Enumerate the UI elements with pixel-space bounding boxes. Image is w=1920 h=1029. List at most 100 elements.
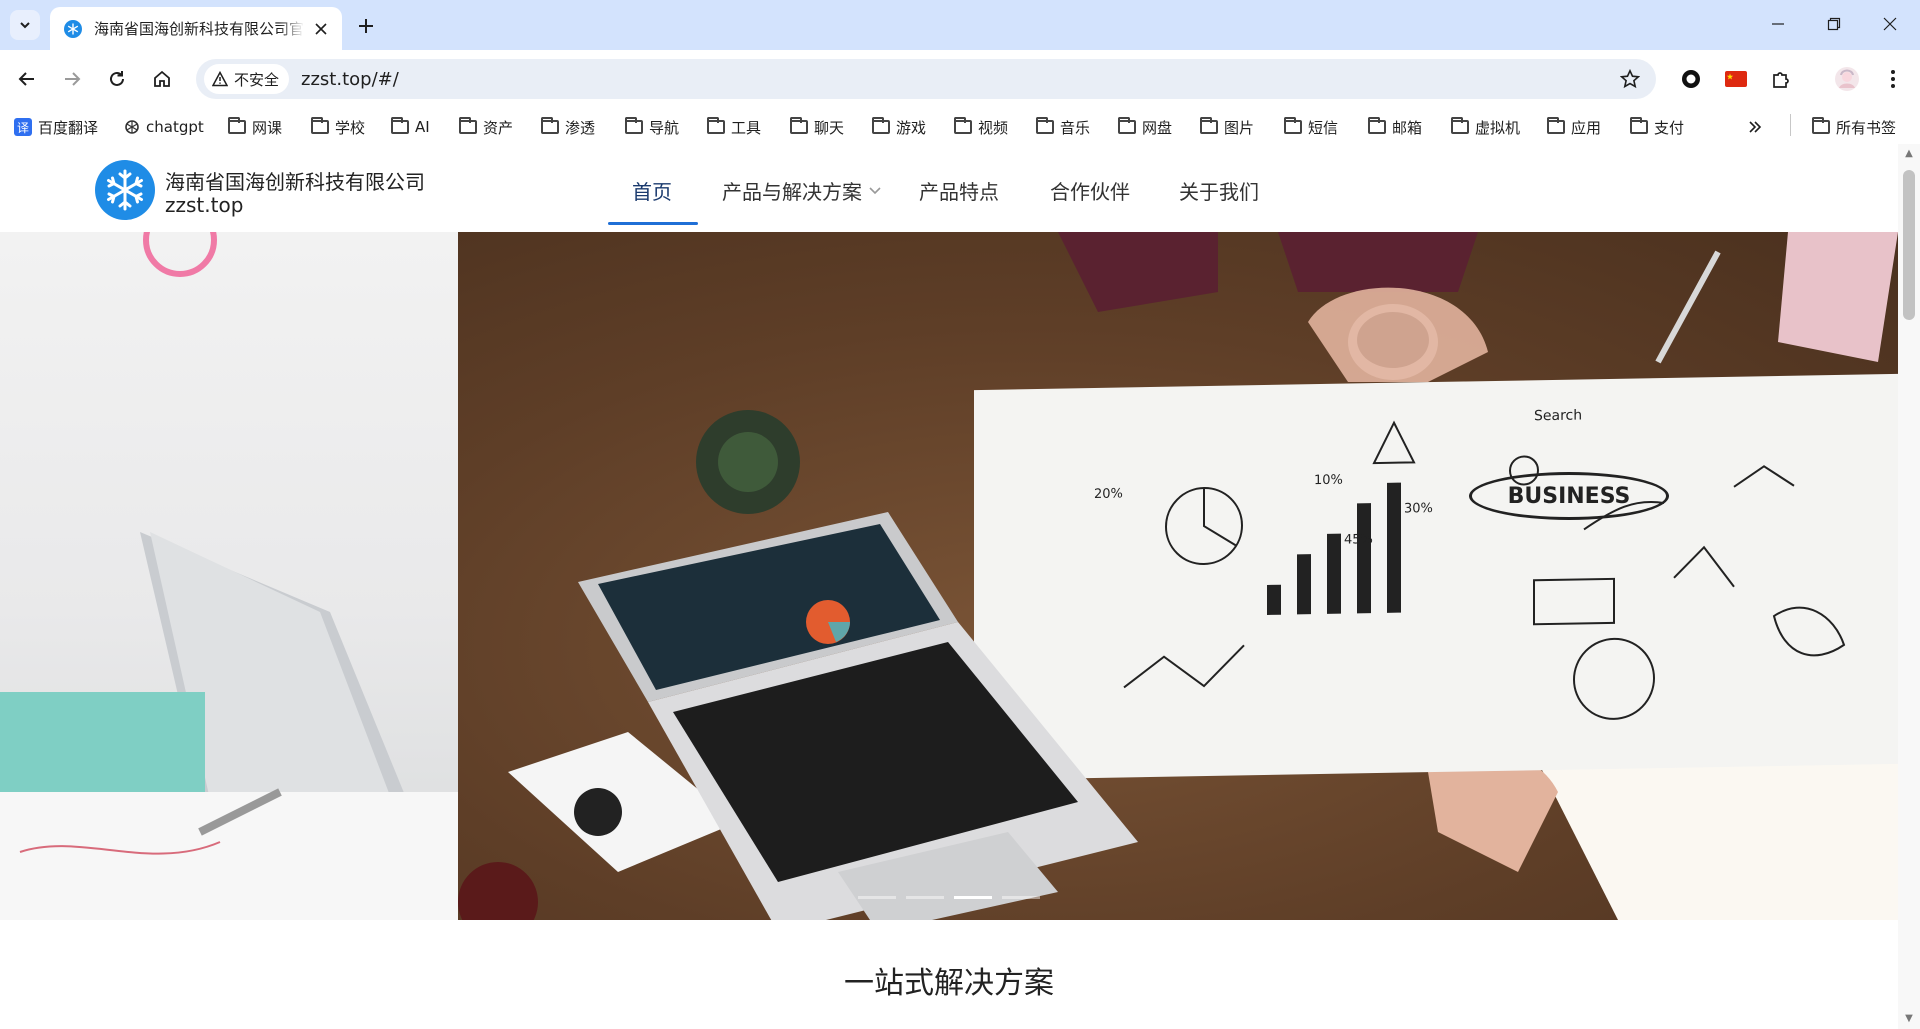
avatar-icon (1835, 67, 1859, 91)
nav-about[interactable]: 关于我们 (1179, 176, 1259, 205)
folder-icon (1036, 117, 1054, 134)
browser-menu-button[interactable] (1876, 62, 1910, 96)
bookmark-item[interactable]: 图片 (1200, 115, 1254, 139)
bookmark-item[interactable]: 导航 (625, 115, 679, 139)
profile-avatar-button[interactable] (1830, 62, 1864, 96)
bookmark-item[interactable]: 网盘 (1118, 115, 1172, 139)
nav-features-label: 产品特点 (919, 180, 999, 204)
forward-button[interactable] (56, 63, 88, 95)
bookmark-item[interactable]: chatgpt (124, 115, 204, 139)
bookmark-item[interactable]: 网课 (228, 115, 282, 139)
bookmark-label: 视频 (978, 118, 1009, 137)
security-label: 不安全 (234, 70, 280, 89)
nav-products-solutions[interactable]: 产品与解决方案 (722, 176, 882, 205)
new-tab-button[interactable] (352, 12, 380, 40)
brand-name[interactable]: 海南省国海创新科技有限公司 (165, 166, 425, 195)
nav-home[interactable]: 首页 (632, 176, 672, 205)
hero-carousel[interactable]: 20% 10% 30% 45% Search BUSINESS (0, 232, 1898, 920)
nav-features[interactable]: 产品特点 (919, 176, 999, 205)
carousel-indicator[interactable] (858, 896, 896, 899)
carousel-indicator[interactable] (1002, 896, 1040, 899)
close-tab-icon[interactable] (310, 18, 332, 40)
bookmark-item[interactable]: 译百度翻译 (14, 115, 98, 139)
bookmark-item[interactable]: 应用 (1547, 115, 1601, 139)
scroll-down-arrow-icon[interactable]: ▼ (1903, 1013, 1915, 1025)
bookmark-label: 资产 (483, 118, 514, 137)
nav-products-solutions-label: 产品与解决方案 (722, 180, 862, 204)
bookmark-label: AI (415, 118, 430, 136)
chevron-down-icon (869, 186, 881, 194)
brand-domain[interactable]: zzst.top (165, 193, 243, 217)
previous-slide-preview (0, 232, 458, 920)
extensions-button[interactable] (1764, 62, 1798, 96)
svg-text:45%: 45% (1344, 532, 1373, 548)
all-bookmarks-button[interactable]: 所有书签 (1812, 115, 1896, 139)
openai-icon (125, 120, 139, 134)
folder-icon (1284, 117, 1302, 134)
scrollbar-thumb[interactable] (1903, 170, 1915, 320)
folder-icon (1200, 117, 1218, 134)
svg-text:10%: 10% (1314, 473, 1343, 489)
extension-circle-button[interactable] (1674, 62, 1708, 96)
bookmarks-overflow-button[interactable] (1748, 115, 1762, 139)
bookmark-item[interactable]: AI (391, 115, 430, 139)
bookmark-item[interactable]: 学校 (311, 115, 365, 139)
arrow-right-icon (65, 72, 81, 86)
bookmark-item[interactable]: 工具 (707, 115, 761, 139)
bookmark-label: 百度翻译 (38, 118, 99, 137)
bookmark-item[interactable]: 音乐 (1036, 115, 1090, 139)
bookmark-label: 网课 (252, 118, 283, 137)
site-header: 海南省国海创新科技有限公司 zzst.top 首页 产品与解决方案 产品特点 合… (0, 144, 1898, 232)
double-chevron-right-icon (1749, 121, 1762, 133)
url-text[interactable]: zzst.top/#/ (301, 69, 399, 90)
carousel-indicator[interactable] (954, 896, 992, 899)
scroll-up-arrow-icon[interactable]: ▲ (1903, 148, 1915, 160)
bookmark-star-button[interactable] (1616, 65, 1644, 93)
bookmark-label: 游戏 (896, 118, 927, 137)
plus-icon (359, 19, 373, 33)
bookmark-item[interactable]: 聊天 (790, 115, 844, 139)
carousel-indicator[interactable] (906, 896, 944, 899)
folder-icon (391, 117, 409, 134)
all-bookmarks-label: 所有书签 (1836, 118, 1897, 137)
bookmark-label: 应用 (1571, 118, 1602, 137)
close-window-button[interactable] (1862, 0, 1918, 48)
reload-button[interactable] (101, 63, 133, 95)
page-scrollbar[interactable]: ▲ ▼ (1898, 144, 1920, 1029)
active-tab[interactable]: 海南省国海创新科技有限公司官 (50, 7, 342, 50)
chevron-down-icon (20, 22, 30, 29)
nav-partners[interactable]: 合作伙伴 (1050, 176, 1130, 205)
page-viewport: 海南省国海创新科技有限公司 zzst.top 首页 产品与解决方案 产品特点 合… (0, 144, 1920, 1029)
folder-icon (954, 117, 972, 134)
bookmark-label: 虚拟机 (1475, 118, 1521, 137)
security-chip[interactable]: 不安全 (204, 64, 290, 94)
bookmark-item[interactable]: 游戏 (872, 115, 926, 139)
bookmark-item[interactable]: 渗透 (541, 115, 595, 139)
folder-icon (872, 117, 890, 134)
bookmark-item[interactable]: 支付 (1630, 115, 1684, 139)
bookmark-item[interactable]: 邮箱 (1368, 115, 1422, 139)
minimize-icon (1772, 23, 1784, 25)
folder-icon (311, 117, 329, 134)
folder-icon (228, 117, 246, 134)
nav-home-label: 首页 (632, 180, 672, 204)
bookmark-item[interactable]: 资产 (459, 115, 513, 139)
home-icon (154, 70, 170, 87)
address-bar[interactable]: 不安全 zzst.top/#/ (196, 59, 1656, 99)
bookmark-item[interactable]: 虚拟机 (1451, 115, 1520, 139)
extension-flag-button[interactable] (1719, 62, 1753, 96)
home-button[interactable] (146, 63, 178, 95)
active-nav-underline (608, 222, 698, 225)
snowflake-logo-icon[interactable] (95, 160, 155, 220)
svg-text:20%: 20% (1094, 486, 1123, 502)
restore-button[interactable] (1806, 0, 1862, 48)
bookmark-item[interactable]: 视频 (954, 115, 1008, 139)
bookmark-label: 网盘 (1142, 118, 1173, 137)
folder-icon (1630, 117, 1648, 134)
back-button[interactable] (11, 63, 43, 95)
bookmark-item[interactable]: 短信 (1284, 115, 1338, 139)
folder-icon (1812, 117, 1830, 134)
minimize-button[interactable] (1750, 0, 1806, 48)
tab-search-button[interactable] (10, 10, 40, 40)
business-sketch-label: BUSINESS (1469, 472, 1669, 520)
